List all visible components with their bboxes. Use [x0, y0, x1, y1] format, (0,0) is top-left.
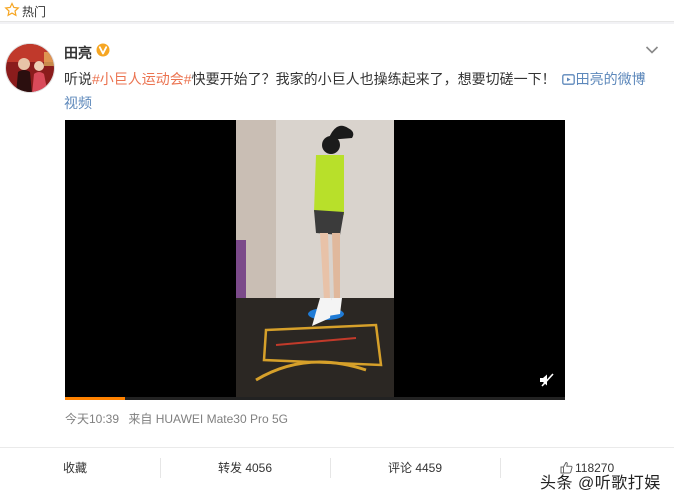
- favorite-button[interactable]: 收藏: [0, 448, 150, 488]
- post-text: 听说#小巨人运动会#快要开始了？我家的小巨人也操练起来了，想要切磋一下！ 田亮的微…: [64, 67, 654, 115]
- hot-bar: 热门: [0, 0, 674, 22]
- watermark: 头条 @听歌打娱: [540, 475, 661, 492]
- topic-link[interactable]: #小巨人运动会#: [92, 71, 192, 87]
- action-divider: [500, 458, 501, 478]
- post-text-prefix: 听说: [64, 71, 92, 87]
- favorite-label: 收藏: [62, 461, 87, 475]
- comment-label: 评论 4459: [387, 461, 443, 475]
- verified-badge-icon: [96, 43, 110, 57]
- post-source: 来自 HUAWEI Mate30 Pro 5G: [128, 412, 288, 426]
- post-time[interactable]: 今天10:39: [65, 412, 119, 426]
- video-progress-track[interactable]: [65, 397, 565, 400]
- username[interactable]: 田亮: [64, 43, 92, 63]
- hot-label: 热门: [22, 5, 47, 19]
- video-link-icon: [561, 74, 575, 85]
- video-progress-fill: [65, 397, 125, 400]
- chevron-down-icon[interactable]: [645, 45, 659, 55]
- speaker-muted-icon[interactable]: [539, 373, 555, 387]
- comment-button[interactable]: 评论 4459: [330, 448, 500, 488]
- video-frame[interactable]: [236, 120, 394, 400]
- repost-button[interactable]: 转发 4056: [160, 448, 330, 488]
- post-text-body: 快要开始了？我家的小巨人也操练起来了，想要切磋一下！: [191, 71, 556, 87]
- avatar[interactable]: [5, 43, 55, 93]
- repost-label: 转发 4056: [217, 461, 273, 475]
- weibo-post-card: 田亮 听说#小巨人运动会#快要开始了？我家的小巨人也操练起来了，想要切磋一下！田…: [0, 24, 674, 503]
- video-player[interactable]: [65, 120, 565, 400]
- star-icon: [4, 2, 20, 17]
- post-meta: 今天10:39 来自 HUAWEI Mate30 Pro 5G: [65, 410, 294, 427]
